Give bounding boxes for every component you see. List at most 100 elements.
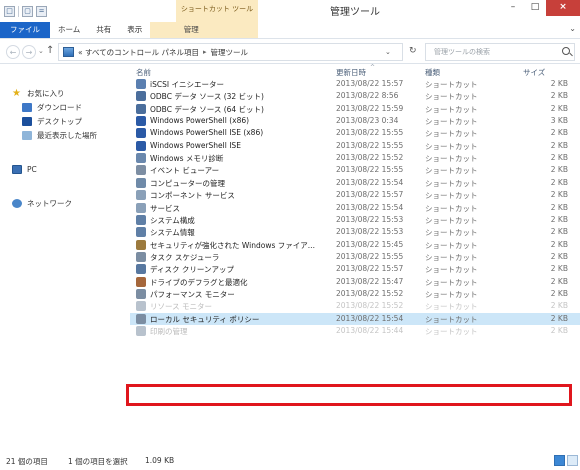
file-type: ショートカット bbox=[425, 92, 478, 102]
close-button[interactable]: × bbox=[546, 0, 580, 16]
qat-customize-icon[interactable]: = bbox=[36, 5, 47, 17]
tab-manage[interactable]: 管理 bbox=[150, 22, 233, 38]
column-header-type[interactable]: 種類 bbox=[425, 67, 440, 78]
ribbon-expand-icon[interactable]: ⌄ bbox=[569, 24, 576, 33]
file-size: 2 KB bbox=[550, 190, 568, 200]
file-name: Windows PowerShell ISE (x86) bbox=[150, 128, 264, 138]
details-view-icon[interactable] bbox=[554, 455, 565, 466]
shortcut-icon bbox=[136, 79, 146, 89]
minimize-button[interactable]: – bbox=[502, 0, 524, 16]
shortcut-icon bbox=[136, 91, 146, 102]
file-date: 2013/08/22 8:56 bbox=[336, 91, 399, 101]
nav-desktop-label: デスクトップ bbox=[37, 116, 82, 126]
file-row[interactable]: タスク スケジューラ 2013/08/22 15:55 ショートカット 2 KB bbox=[130, 251, 580, 263]
recent-places-icon bbox=[22, 130, 32, 140]
file-row[interactable]: Windows メモリ診断 2013/08/22 15:52 ショートカット 2 KB bbox=[130, 152, 580, 164]
file-row[interactable]: コンピューターの管理 2013/08/22 15:54 ショートカット 2 KB bbox=[130, 177, 580, 189]
file-row[interactable]: パフォーマンス モニター 2013/08/22 15:52 ショートカット 2 KB bbox=[130, 288, 580, 300]
nav-recent-places[interactable]: 最近表示した場所 bbox=[22, 128, 97, 142]
file-date: 2013/08/22 15:45 bbox=[336, 239, 404, 249]
shortcut-icon bbox=[136, 190, 146, 201]
nav-recent-places-label: 最近表示した場所 bbox=[37, 130, 97, 140]
nav-favorites[interactable]: ★ お気に入り bbox=[12, 86, 65, 100]
status-item-count: 21 個の項目 bbox=[6, 457, 48, 466]
nav-pc[interactable]: PC bbox=[12, 162, 37, 176]
file-row[interactable]: コンポーネント サービス 2013/08/22 15:57 ショートカット 2 KB bbox=[130, 189, 580, 201]
file-type: ショートカット bbox=[425, 117, 478, 127]
file-type: ショートカット bbox=[425, 141, 478, 151]
file-row[interactable]: Windows PowerShell ISE 2013/08/22 15:55 ショ… bbox=[130, 140, 580, 152]
back-button[interactable]: ← bbox=[6, 45, 20, 59]
file-row[interactable]: システム情報 2013/08/22 15:53 ショートカット 2 KB bbox=[130, 226, 580, 238]
file-date: 2013/08/22 15:59 bbox=[336, 103, 404, 113]
tab-share[interactable]: 共有 bbox=[88, 22, 119, 38]
file-row[interactable]: ODBC データ ソース (64 ビット) 2013/08/22 15:59 ショー… bbox=[130, 103, 580, 115]
file-date: 2013/08/22 15:54 bbox=[336, 202, 404, 212]
file-row[interactable]: ローカル セキュリティ ポリシー 2013/08/22 15:54 ショートカット 2… bbox=[130, 312, 580, 325]
address-bar[interactable]: « すべてのコントロール パネル項目 ▸ 管理ツール bbox=[58, 43, 403, 61]
file-name: パフォーマンス モニター bbox=[150, 289, 235, 299]
file-size: 2 KB bbox=[550, 165, 568, 175]
file-name: システム情報 bbox=[150, 228, 195, 238]
address-dropdown-icon[interactable]: ⌄ bbox=[385, 48, 391, 56]
nav-favorites-label: お気に入り bbox=[27, 88, 65, 98]
file-name: ローカル セキュリティ ポリシー bbox=[150, 314, 260, 324]
file-row[interactable]: サービス 2013/08/22 15:54 ショートカット 2 KB bbox=[130, 202, 580, 214]
recent-locations-icon[interactable]: ⌄ bbox=[38, 47, 44, 55]
tab-file[interactable]: ファイル bbox=[0, 22, 50, 38]
explorer-icon[interactable]: □ bbox=[4, 5, 15, 17]
file-row[interactable]: ドライブのデフラグと最適化 2013/08/22 15:47 ショートカット 2 KB bbox=[130, 276, 580, 288]
network-icon bbox=[12, 198, 22, 208]
file-type: ショートカット bbox=[425, 166, 478, 176]
file-name: コンピューターの管理 bbox=[150, 178, 225, 188]
file-row[interactable]: イベント ビューアー 2013/08/22 15:55 ショートカット 2 KB bbox=[130, 164, 580, 176]
file-type: ショートカット bbox=[425, 215, 478, 225]
ribbon-tabs: ファイル ホーム 共有 表示 管理 bbox=[0, 22, 233, 38]
column-header-date[interactable]: 更新日時 bbox=[336, 67, 366, 78]
shortcut-icon bbox=[136, 326, 146, 336]
file-row[interactable]: Windows PowerShell ISE (x86) 2013/08/22 1… bbox=[130, 127, 580, 139]
up-button[interactable]: ↑ bbox=[46, 45, 54, 56]
control-panel-icon bbox=[63, 47, 74, 57]
file-row[interactable]: ディスク クリーンアップ 2013/08/22 15:57 ショートカット 2 KB bbox=[130, 263, 580, 275]
file-size: 2 KB bbox=[550, 227, 568, 237]
forward-button[interactable]: → bbox=[22, 45, 36, 59]
desktop-icon bbox=[22, 116, 32, 126]
search-input[interactable] bbox=[425, 43, 575, 61]
file-row[interactable]: セキュリティが強化された Windows ファイア... 2013/08/22 1… bbox=[130, 239, 580, 251]
refresh-icon[interactable]: ↻ bbox=[409, 46, 417, 56]
file-row[interactable]: ODBC データ ソース (32 ビット) 2013/08/22 8:56 ショート… bbox=[130, 90, 580, 102]
status-selected-size: 1.09 KB bbox=[145, 456, 175, 465]
file-row[interactable]: リソース モニター 2013/08/22 15:52 ショートカット 2 KB bbox=[130, 300, 580, 312]
search-icon[interactable] bbox=[562, 47, 570, 55]
file-name: ODBC データ ソース (32 ビット) bbox=[150, 92, 264, 102]
file-size: 2 KB bbox=[550, 313, 568, 323]
file-name: イベント ビューアー bbox=[150, 166, 220, 176]
properties-icon[interactable]: ▢ bbox=[22, 5, 33, 17]
nav-downloads[interactable]: ダウンロード bbox=[22, 100, 82, 114]
breadcrumb-admin-tools[interactable]: 管理ツール bbox=[211, 47, 249, 58]
column-header-name[interactable]: 名前 bbox=[136, 67, 151, 78]
window-title: 管理ツール bbox=[330, 7, 380, 18]
file-type: ショートカット bbox=[425, 191, 478, 201]
file-date: 2013/08/22 15:55 bbox=[336, 140, 404, 150]
file-date: 2013/08/22 15:54 bbox=[336, 313, 404, 323]
breadcrumb-separator-icon[interactable]: ▸ bbox=[203, 48, 207, 56]
file-row[interactable]: 印刷の管理 2013/08/22 15:44 ショートカット 2 KB bbox=[130, 325, 580, 337]
large-icons-view-icon[interactable] bbox=[567, 455, 578, 466]
file-row[interactable]: iSCSI イニシエーター 2013/08/22 15:57 ショートカット 2 KB bbox=[130, 78, 580, 90]
file-row[interactable]: Windows PowerShell (x86) 2013/08/23 0:34 シ… bbox=[130, 115, 580, 127]
breadcrumb-control-panel[interactable]: « すべてのコントロール パネル項目 bbox=[78, 47, 199, 58]
maximize-button[interactable]: □ bbox=[524, 0, 546, 16]
file-size: 2 KB bbox=[550, 103, 568, 113]
nav-desktop[interactable]: デスクトップ bbox=[22, 114, 82, 128]
file-row[interactable]: システム構成 2013/08/22 15:53 ショートカット 2 KB bbox=[130, 214, 580, 226]
nav-network[interactable]: ネットワーク bbox=[12, 196, 72, 210]
tab-view[interactable]: 表示 bbox=[119, 22, 150, 38]
nav-downloads-label: ダウンロード bbox=[37, 102, 82, 112]
file-date: 2013/08/23 0:34 bbox=[336, 116, 399, 126]
file-date: 2013/08/22 15:57 bbox=[336, 264, 404, 274]
column-header-size[interactable]: サイズ bbox=[523, 67, 545, 78]
tab-home[interactable]: ホーム bbox=[50, 22, 88, 38]
file-date: 2013/08/22 15:55 bbox=[336, 251, 404, 261]
